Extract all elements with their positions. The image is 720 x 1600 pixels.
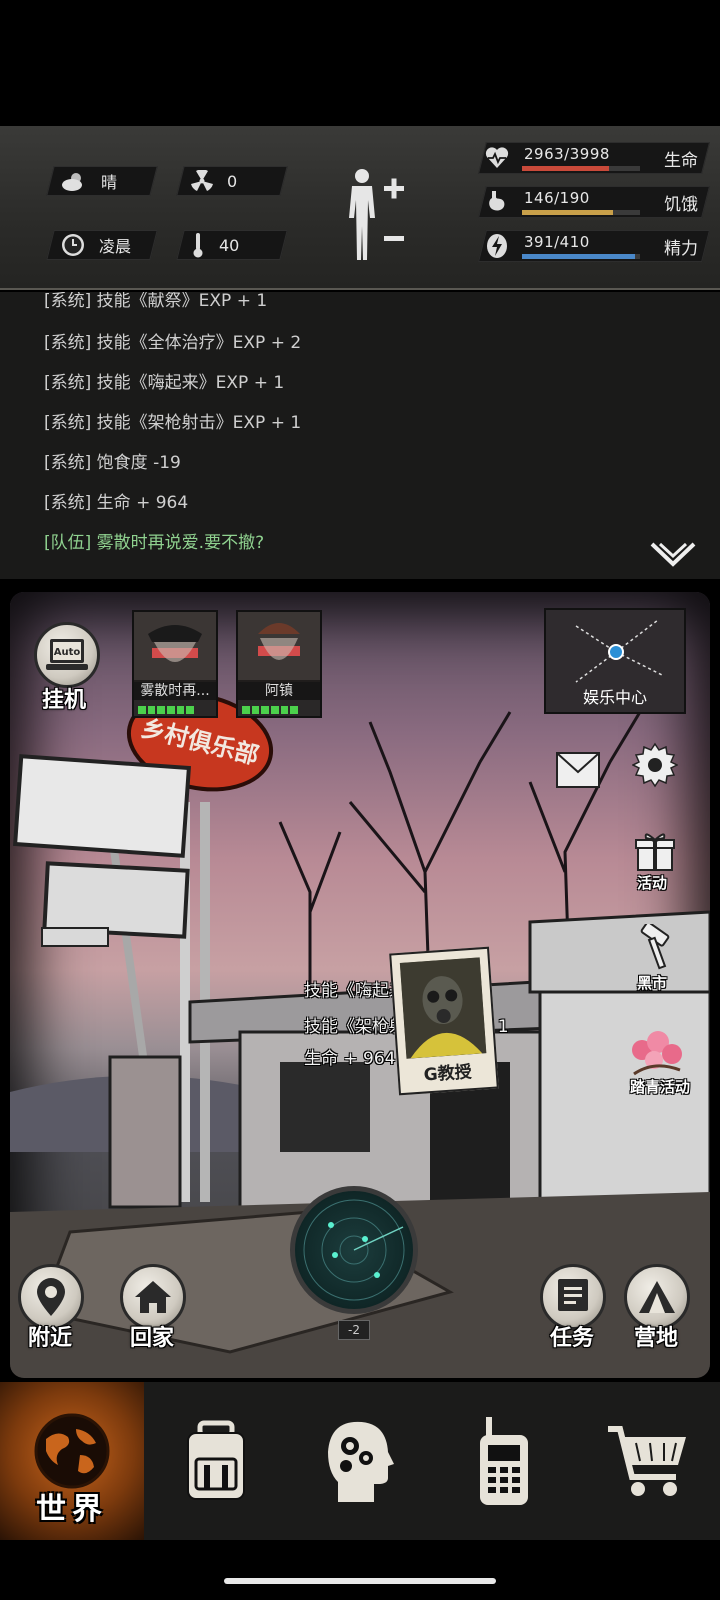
nav-world-label: 世界: [36, 1492, 108, 1527]
nearby-label: 附近: [28, 1326, 73, 1351]
laptop-icon: Auto: [46, 639, 88, 670]
auto-idle-button[interactable]: Auto: [34, 622, 100, 688]
hunger-label: 饥饿: [664, 195, 698, 215]
party-member-2[interactable]: 阿镇: [236, 610, 322, 718]
quest-label: 任务: [550, 1326, 595, 1351]
gift-icon[interactable]: [634, 830, 676, 872]
nav-inventory[interactable]: [144, 1382, 288, 1540]
chat-line-team: [队伍] 雾散时再说爱.要不撤?: [44, 533, 265, 553]
cloud-sun-icon: [62, 173, 82, 191]
temperature-value: 40: [219, 235, 240, 255]
hunger-value: 146/190: [524, 189, 590, 207]
home-indicator[interactable]: [224, 1578, 496, 1584]
tent-icon: [639, 1281, 675, 1313]
party-avatar-2: [238, 612, 320, 682]
radar-icon: [303, 1199, 405, 1301]
party-member-name: 雾散时再...: [134, 680, 216, 700]
camp-label: 营地: [634, 1326, 679, 1351]
party-avatar-1: [134, 612, 216, 682]
float-text-line: 生命 + 964: [304, 1049, 396, 1069]
chat-line: [系统] 技能《全体治疗》EXP + 2: [44, 333, 302, 353]
quest-list-icon: [558, 1279, 588, 1311]
energy-value: 391/410: [524, 233, 590, 251]
events-label[interactable]: 活动: [637, 872, 667, 893]
minimap-route-icon: [575, 619, 665, 683]
hunger-stat: 146/190 饥饿: [478, 186, 710, 218]
chevron-down-icon[interactable]: [650, 540, 696, 568]
party-member-1[interactable]: 雾散时再...: [132, 610, 218, 718]
billboards: [13, 754, 191, 947]
house-icon: [135, 1281, 171, 1313]
idle-label: 挂机: [42, 688, 87, 713]
life-stat: 2963/3998 生命: [478, 142, 710, 174]
radar-level: -2: [338, 1320, 370, 1340]
auto-label: Auto: [54, 647, 81, 658]
heart-pulse-icon: [485, 147, 509, 168]
weather-chip: 晴: [46, 166, 158, 196]
npc-name: G教授: [423, 1062, 473, 1086]
nav-skills[interactable]: [288, 1382, 432, 1540]
time-label: 凌晨: [99, 237, 132, 256]
backpack-icon: [187, 1420, 245, 1500]
mail-icon[interactable]: [556, 752, 600, 788]
energy-label: 精力: [664, 239, 698, 259]
minimap-location: 娱乐中心: [582, 688, 647, 707]
radiation-chip: 0: [176, 166, 288, 196]
gear-icon[interactable]: [632, 742, 678, 788]
black-market-label[interactable]: 黑市: [637, 972, 667, 993]
radiation-value: 0: [227, 171, 238, 191]
spring-event-label[interactable]: 踏青活动: [630, 1076, 690, 1097]
stomach-icon: [489, 191, 505, 211]
minimap[interactable]: 娱乐中心: [544, 608, 686, 714]
radiation-icon: [191, 170, 213, 191]
weather-label: 晴: [101, 173, 118, 192]
temperature-chip: 40: [176, 230, 288, 260]
time-chip: 凌晨: [46, 230, 158, 260]
chat-log[interactable]: [系统] 技能《献祭》EXP + 1 [系统] 技能《全体治疗》EXP + 2 …: [0, 292, 720, 579]
minus-icon: [384, 236, 404, 241]
npc-card[interactable]: G教授: [389, 946, 499, 1096]
energy-stat: 391/410 精力: [478, 230, 710, 262]
plus-icon: [384, 178, 404, 199]
party-member-name: 阿镇: [238, 680, 320, 700]
hunger-bar: [522, 210, 613, 215]
lightning-icon: [487, 234, 507, 258]
map-pin-icon: [37, 1278, 65, 1316]
head-gears-icon: [328, 1421, 394, 1502]
nav-world[interactable]: 世界: [0, 1382, 144, 1540]
body-status-button[interactable]: [342, 166, 412, 266]
cart-icon: [608, 1426, 686, 1496]
party-hp-bar: [242, 706, 299, 714]
globe-icon: [34, 1413, 110, 1489]
cherry-blossom-icon[interactable]: [628, 1030, 684, 1076]
thermometer-icon: [193, 233, 203, 258]
chat-line: [系统] 技能《架枪射击》EXP + 1: [44, 413, 302, 433]
chat-line: [系统] 技能《献祭》EXP + 1: [44, 292, 268, 311]
life-bar: [522, 166, 610, 171]
home-label: 回家: [130, 1326, 175, 1351]
body-figure-icon: [349, 169, 375, 260]
clock-icon: [62, 234, 84, 256]
auction-hammer-icon[interactable]: [634, 924, 678, 972]
nav-radio[interactable]: [432, 1382, 576, 1540]
chat-line: [系统] 饱食度 -19: [44, 453, 181, 473]
life-value: 2963/3998: [524, 145, 610, 163]
life-label: 生命: [664, 151, 698, 171]
party-hp-bar: [138, 706, 195, 714]
chat-line: [系统] 技能《嗨起来》EXP + 1: [44, 373, 285, 393]
walkie-talkie-icon: [480, 1417, 528, 1505]
bottom-nav: 世界: [0, 1382, 720, 1540]
nav-shop[interactable]: [576, 1382, 720, 1540]
radar-scanner[interactable]: [290, 1186, 418, 1314]
energy-bar: [522, 254, 635, 259]
npc-portrait-gasmask: [399, 957, 487, 1059]
chat-line: [系统] 生命 + 964: [44, 493, 189, 513]
